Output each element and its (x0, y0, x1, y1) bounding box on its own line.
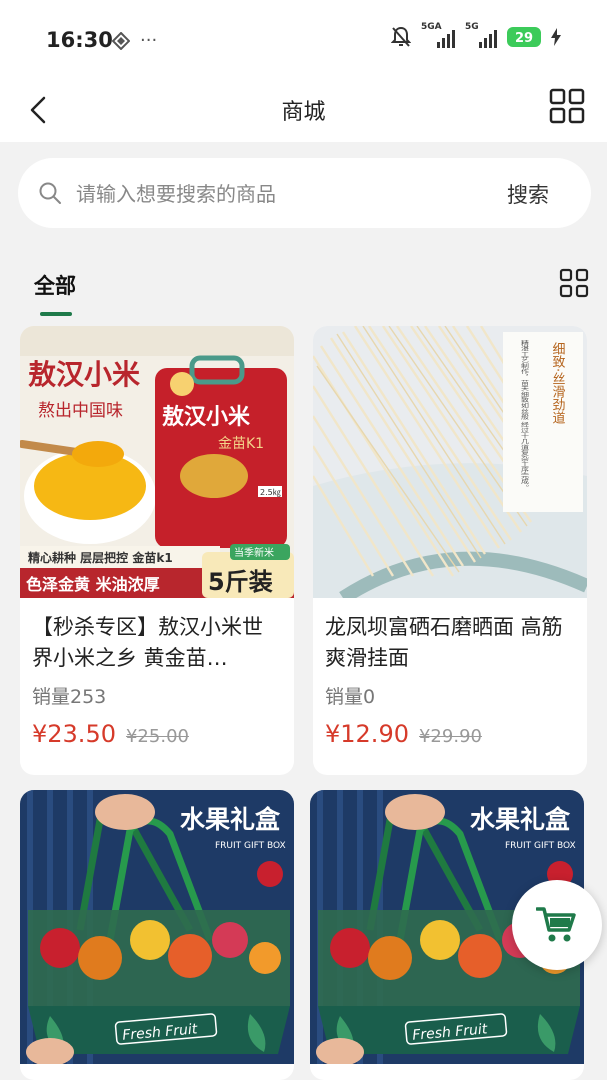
svg-text:FRUIT GIFT BOX: FRUIT GIFT BOX (215, 841, 286, 851)
product-image-millet: 敖汉小米 熬出中国味 敖汉小米 金苗K1 2.5㎏ 精心耕种 层层把控 金苗k1… (20, 326, 294, 598)
svg-text:水果礼盒: 水果礼盒 (470, 805, 571, 834)
svg-text:敖汉小米: 敖汉小米 (162, 404, 251, 430)
cart-button[interactable] (512, 880, 602, 970)
status-bar: 16:30 ··· 5GA 5G 29 (0, 0, 607, 80)
battery-indicator: 29 (507, 27, 541, 47)
page-title: 商城 (281, 100, 326, 125)
svg-text:精湛工艺制作，苗天细致如丝般 经过十几道复杂工序完成。: 精湛工艺制作，苗天细致如丝般 经过十几道复杂工序完成。 (521, 339, 530, 490)
search-icon (39, 182, 61, 204)
mute-bell-icon (391, 26, 411, 47)
tab-active-indicator (40, 312, 72, 316)
status-right: 5GA 5G 29 (391, 22, 561, 48)
svg-text:细致·丝滑劲道: 细致·丝滑劲道 (550, 342, 566, 425)
product-image-fruit-box: 水果礼盒 FRUIT GIFT BOX Fresh Fruit (20, 790, 294, 1064)
search-button[interactable]: 搜索 (507, 179, 549, 209)
product-sales: 销量0 (325, 686, 376, 708)
svg-text:5斤装: 5斤装 (208, 568, 273, 596)
product-title: 【秒杀专区】敖汉小米世界小米之乡 黄金苗… (32, 615, 263, 670)
product-title: 龙凤坝富硒石磨晒面 高筋爽滑挂面 (325, 615, 563, 670)
svg-text:精心耕种 层层把控 金苗k1: 精心耕种 层层把控 金苗k1 (28, 550, 173, 565)
svg-text:2.5㎏: 2.5㎏ (260, 488, 281, 498)
shopping-cart-icon (536, 907, 576, 942)
product-sales: 销量253 (32, 686, 107, 708)
product-card-millet[interactable]: 敖汉小米 熬出中国味 敖汉小米 金苗K1 2.5㎏ 精心耕种 层层把控 金苗k1… (20, 326, 294, 775)
product-price: ¥23.50 ¥25.00 (32, 720, 189, 748)
svg-text:金苗K1: 金苗K1 (218, 436, 264, 452)
layout-toggle-icon[interactable] (559, 268, 589, 298)
status-time: 16:30 (46, 28, 113, 52)
svg-text:当季新米: 当季新米 (234, 546, 274, 559)
search-bar: 搜索 (18, 158, 591, 228)
svg-text:熬出中国味: 熬出中国味 (38, 400, 123, 421)
charging-bolt-icon (551, 28, 561, 46)
app-notification-icon (112, 31, 130, 50)
product-card-noodles[interactable]: 细致·丝滑劲道 精湛工艺制作，苗天细致如丝般 经过十几道复杂工序完成。 龙凤坝富… (313, 326, 587, 775)
svg-text:FRUIT GIFT BOX: FRUIT GIFT BOX (505, 841, 576, 851)
product-image-noodles: 细致·丝滑劲道 精湛工艺制作，苗天细致如丝般 经过十几道复杂工序完成。 (313, 326, 587, 598)
more-dots-icon: ··· (140, 30, 158, 51)
price-current: ¥23.50 (32, 720, 116, 748)
svg-text:色泽金黄 米油浓厚: 色泽金黄 米油浓厚 (26, 575, 160, 594)
product-card-fruit-box-1[interactable]: 水果礼盒 FRUIT GIFT BOX Fresh Fruit (20, 790, 294, 1080)
svg-text:水果礼盒: 水果礼盒 (180, 805, 281, 834)
price-original: ¥29.90 (418, 726, 482, 747)
signal-5ga-icon: 5GA (421, 22, 455, 48)
price-original: ¥25.00 (125, 726, 189, 747)
grid-menu-icon[interactable] (549, 88, 585, 124)
product-price: ¥12.90 ¥29.90 (325, 720, 482, 748)
tab-all[interactable]: 全部 (34, 270, 76, 300)
svg-text:敖汉小米: 敖汉小米 (28, 358, 140, 391)
price-current: ¥12.90 (325, 720, 409, 748)
signal-5g-icon: 5G (465, 22, 497, 48)
search-input[interactable] (76, 180, 456, 208)
top-nav-bar: 商城 (0, 80, 607, 142)
status-notification-icons: ··· (112, 30, 157, 51)
